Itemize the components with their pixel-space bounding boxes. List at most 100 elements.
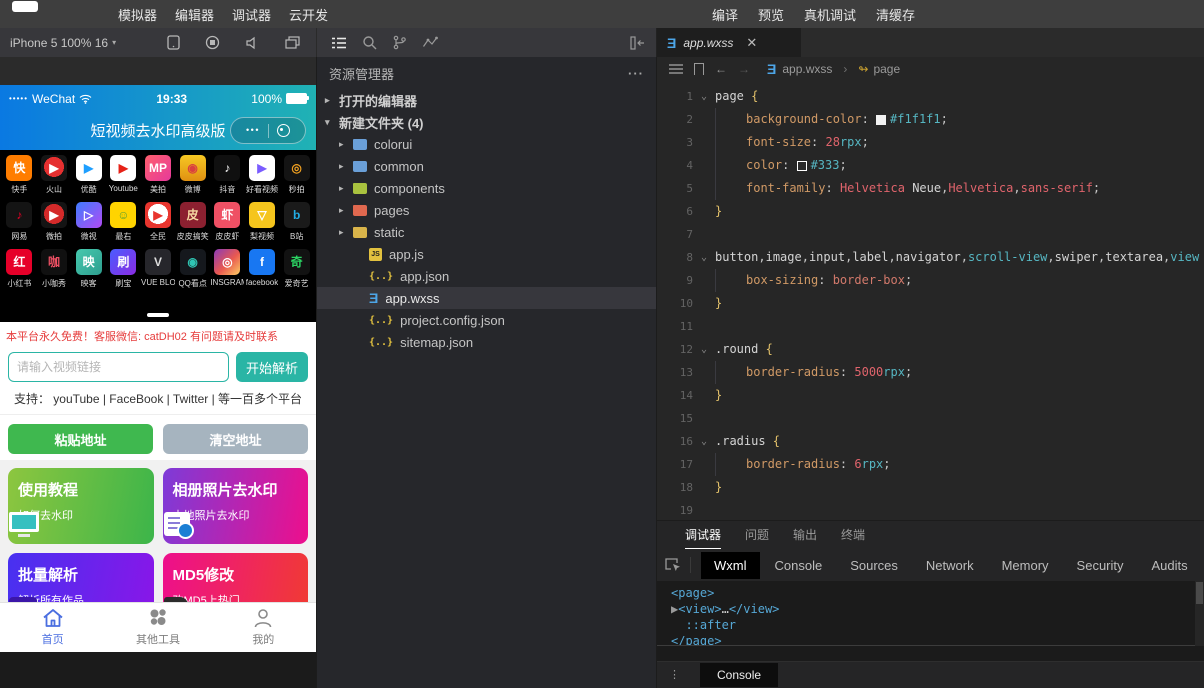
wxml-inspector[interactable]: <page> ▶<view>…</view> ::after </page> bbox=[657, 581, 1204, 646]
platform-app-icon[interactable]: ▶ bbox=[248, 155, 275, 181]
git-branch-icon[interactable] bbox=[392, 35, 407, 50]
fold-icon[interactable]: ⌄ bbox=[693, 246, 715, 269]
platform-item[interactable]: 刷 刷宝 bbox=[106, 249, 141, 289]
breadcrumb-file[interactable]: Ǝ app.wxss bbox=[767, 61, 832, 77]
devtools-tab[interactable]: Sources bbox=[837, 552, 911, 579]
bookmark-icon[interactable] bbox=[694, 63, 704, 75]
record-icon[interactable] bbox=[205, 35, 220, 50]
exit-target-icon[interactable] bbox=[276, 124, 290, 137]
platform-app-icon[interactable]: MP bbox=[144, 155, 171, 181]
platform-app-icon[interactable]: b bbox=[283, 202, 310, 228]
tree-row[interactable]: {..} project.config.json bbox=[317, 309, 656, 331]
fold-icon[interactable]: ⌄ bbox=[693, 338, 715, 361]
platform-item[interactable]: ♪ 网易 bbox=[2, 202, 37, 242]
platform-item[interactable]: ▽ 梨视频 bbox=[245, 202, 280, 242]
collapse-sidebar-icon[interactable] bbox=[630, 35, 646, 50]
platform-app-icon[interactable]: ♪ bbox=[6, 202, 33, 228]
platform-item[interactable]: f facebook bbox=[245, 249, 280, 289]
platform-item[interactable]: ◉ QQ看点 bbox=[175, 249, 210, 289]
platform-app-icon[interactable]: 刷 bbox=[110, 249, 137, 275]
platform-item[interactable]: ◎ 秒拍 bbox=[279, 155, 314, 195]
platform-item[interactable]: ☺ 最右 bbox=[106, 202, 141, 242]
more-icon[interactable]: ••• bbox=[246, 126, 260, 135]
platform-item[interactable]: MP 美拍 bbox=[141, 155, 176, 195]
platform-app-icon[interactable]: ▶ bbox=[75, 155, 102, 181]
platform-app-icon[interactable]: ▶ bbox=[110, 155, 137, 181]
tree-row[interactable]: ▸ pages bbox=[317, 199, 656, 221]
platform-item[interactable]: 虾 皮皮虾 bbox=[210, 202, 245, 242]
platform-item[interactable]: 咖 小咖秀 bbox=[37, 249, 72, 289]
platform-app-icon[interactable]: ▶ bbox=[40, 202, 67, 228]
platform-app-icon[interactable]: 虾 bbox=[214, 202, 241, 228]
platform-app-icon[interactable]: 奇 bbox=[283, 249, 310, 275]
platform-item[interactable]: ▶ 全民 bbox=[141, 202, 176, 242]
wxml-line[interactable]: </page> bbox=[671, 633, 1204, 645]
platform-app-icon[interactable]: 皮 bbox=[179, 202, 206, 228]
tree-row[interactable]: ▾ 新建文件夹 (4) bbox=[317, 111, 656, 133]
platform-item[interactable]: ▶ 优酷 bbox=[71, 155, 106, 195]
platform-app-icon[interactable]: 快 bbox=[6, 155, 33, 181]
console-drawer-tab[interactable]: Console bbox=[700, 663, 779, 687]
device-selector[interactable]: iPhone 5 100% 16 bbox=[10, 36, 108, 50]
tree-row[interactable]: ▸ components bbox=[317, 177, 656, 199]
devtools-tab[interactable]: Audits bbox=[1139, 552, 1201, 579]
debugger-tab[interactable]: 调试器 bbox=[685, 521, 722, 549]
platform-item[interactable]: ♪ 抖音 bbox=[210, 155, 245, 195]
more-actions-icon[interactable]: ··· bbox=[628, 66, 644, 81]
tree-row[interactable]: ▸ colorui bbox=[317, 133, 656, 155]
capsule-button[interactable]: ••• bbox=[230, 117, 306, 144]
platform-app-icon[interactable]: ◎ bbox=[214, 249, 241, 275]
platform-app-icon[interactable]: ▶ bbox=[144, 202, 171, 228]
tree-row[interactable]: JS app.js bbox=[317, 243, 656, 265]
close-icon[interactable]: ✕ bbox=[746, 35, 757, 51]
tab-other-tools[interactable]: 其他工具 bbox=[105, 603, 210, 652]
devtools-tab[interactable]: Console bbox=[762, 552, 836, 579]
nav-forward-icon[interactable]: → bbox=[738, 62, 750, 76]
device-icon[interactable] bbox=[167, 35, 180, 50]
platform-item[interactable]: 奇 爱奇艺 bbox=[279, 249, 314, 289]
platform-item[interactable]: ▶ Youtube bbox=[106, 155, 141, 195]
menu-item[interactable]: 清缓存 bbox=[876, 5, 915, 24]
inspect-element-icon[interactable] bbox=[665, 557, 682, 573]
paste-address-button[interactable]: 粘贴地址 bbox=[8, 424, 153, 454]
platform-app-icon[interactable]: ◎ bbox=[283, 155, 310, 181]
menu-item[interactable]: 编辑器 bbox=[175, 5, 214, 24]
fold-icon[interactable]: ⌄ bbox=[693, 430, 715, 453]
devtools-tab[interactable]: Security bbox=[1064, 552, 1137, 579]
devtools-tab[interactable]: Network bbox=[913, 552, 987, 579]
breadcrumb-symbol[interactable]: ↬ page bbox=[858, 62, 900, 76]
platform-item[interactable]: 快 快手 bbox=[2, 155, 37, 195]
dependency-graph-icon[interactable] bbox=[422, 36, 438, 49]
platform-app-icon[interactable]: ▽ bbox=[248, 202, 275, 228]
debugger-tab[interactable]: 终端 bbox=[841, 521, 865, 549]
platform-app-icon[interactable]: ▷ bbox=[75, 202, 102, 228]
platform-item[interactable]: ▶ 火山 bbox=[37, 155, 72, 195]
platform-app-icon[interactable]: ♪ bbox=[214, 155, 241, 181]
wxml-line[interactable]: ::after bbox=[671, 617, 1204, 633]
debugger-tab[interactable]: 问题 bbox=[745, 521, 769, 549]
menu-item[interactable]: 真机调试 bbox=[804, 5, 856, 24]
platform-item[interactable]: ▶ 微拍 bbox=[37, 202, 72, 242]
platform-app-icon[interactable]: 红 bbox=[6, 249, 33, 275]
code-area[interactable]: 1 ⌄ page { 2 background-color: #f1f1f1; … bbox=[657, 81, 1204, 520]
nav-back-icon[interactable]: ← bbox=[715, 62, 727, 76]
menu-item[interactable]: 预览 bbox=[758, 5, 784, 24]
menu-item[interactable]: 模拟器 bbox=[118, 5, 157, 24]
platform-app-icon[interactable]: ◉ bbox=[179, 249, 206, 275]
tab-app-wxss[interactable]: Ǝ app.wxss ✕ bbox=[657, 28, 801, 57]
platform-item[interactable]: ◎ INSGRAM bbox=[210, 249, 245, 289]
parse-button[interactable]: 开始解析 bbox=[236, 352, 308, 382]
platform-item[interactable]: ◉ 微博 bbox=[175, 155, 210, 195]
platform-app-icon[interactable]: ▶ bbox=[40, 155, 67, 181]
platform-app-icon[interactable]: V bbox=[144, 249, 171, 275]
debugger-tab[interactable]: 输出 bbox=[793, 521, 817, 549]
explorer-list-icon[interactable] bbox=[331, 36, 347, 50]
multi-window-icon[interactable] bbox=[285, 35, 300, 50]
platform-item[interactable]: ▶ 好看视频 bbox=[245, 155, 280, 195]
platform-app-icon[interactable]: 咖 bbox=[40, 249, 67, 275]
tree-row[interactable]: {..} sitemap.json bbox=[317, 331, 656, 353]
platform-item[interactable]: b B站 bbox=[279, 202, 314, 242]
tree-row[interactable]: Ǝ app.wxss bbox=[317, 287, 656, 309]
platform-item[interactable]: ▷ 微视 bbox=[71, 202, 106, 242]
wxml-line[interactable]: ▶<view>…</view> bbox=[671, 601, 1204, 617]
